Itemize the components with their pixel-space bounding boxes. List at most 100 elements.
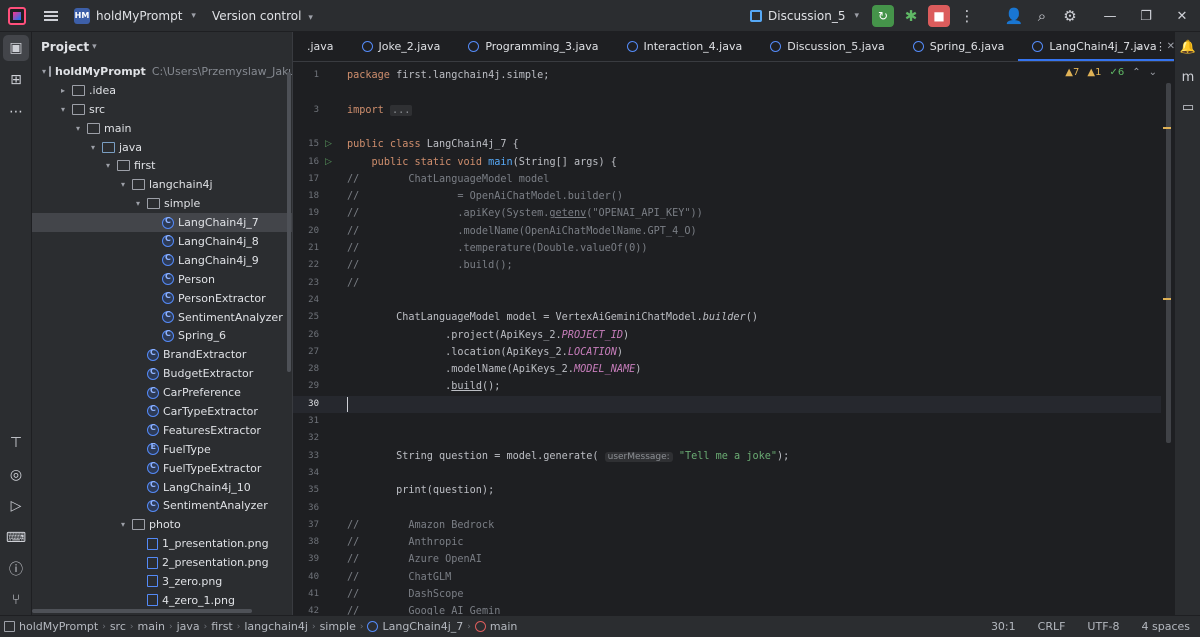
code-editor[interactable]: ▲7 ▲1 ✓6 ⌃ ⌄ 1 3 15 ▷ 16 ▷ 17 18 19 20 21 22 23 24 25 2… xyxy=(293,63,1175,615)
problems-tool-icon[interactable]: ⓘ xyxy=(0,553,32,585)
more-actions-icon[interactable]: ⋮ xyxy=(956,5,978,27)
git-tool-icon[interactable]: ⑂ xyxy=(0,584,32,616)
tree-item[interactable]: Spring_6 xyxy=(32,326,292,345)
restore-button[interactable]: ❐ xyxy=(1128,9,1164,24)
debug-button[interactable]: ✱ xyxy=(900,5,922,27)
project-scrollbar[interactable] xyxy=(287,72,291,372)
tree-item[interactable]: BrandExtractor xyxy=(32,345,292,364)
tree-item[interactable]: LangChain4j_7 xyxy=(32,213,292,233)
ai-assistant-icon[interactable]: ▭ xyxy=(1175,92,1200,122)
ide-logo-icon[interactable] xyxy=(8,6,26,25)
terminal-tool-icon[interactable]: ⌨ xyxy=(0,522,32,554)
tree-item[interactable]: ▾ photo xyxy=(32,515,292,534)
editor-tab[interactable]: Interaction_4.java xyxy=(613,32,757,61)
tree-item[interactable]: 3_zero.png xyxy=(32,572,292,591)
notifications-icon[interactable]: 🔔 xyxy=(1175,32,1200,62)
more-tools-icon[interactable]: ⋯ xyxy=(0,96,32,128)
warning-marker[interactable] xyxy=(1163,298,1171,300)
chevron-down-icon[interactable]: ▾ xyxy=(87,143,99,152)
tree-item[interactable]: LangChain4j_8 xyxy=(32,232,292,251)
project-horizontal-scrollbar[interactable] xyxy=(32,609,252,613)
warning-marker[interactable] xyxy=(1163,127,1171,129)
close-tab-icon[interactable]: ✕ xyxy=(1167,41,1174,52)
tree-item[interactable]: CarPreference xyxy=(32,383,292,402)
main-menu-icon[interactable] xyxy=(44,10,58,21)
breadcrumb-item[interactable]: first xyxy=(211,620,233,633)
tab-list-chevron-icon[interactable]: ⌄ xyxy=(1134,40,1143,53)
file-encoding[interactable]: UTF-8 xyxy=(1087,620,1119,633)
chevron-down-icon[interactable]: ▾ xyxy=(132,199,144,208)
tree-item[interactable]: LangChain4j_9 xyxy=(32,251,292,270)
gear-icon[interactable]: ⚙ xyxy=(1059,5,1081,27)
tree-item[interactable]: FuelType xyxy=(32,440,292,459)
breadcrumb-item[interactable]: holdMyPrompt xyxy=(19,620,98,633)
tree-item[interactable]: 4_zero_1.png xyxy=(32,591,292,610)
editor-tab[interactable]: Programming_3.java xyxy=(454,32,612,61)
breadcrumb-item[interactable]: simple xyxy=(320,620,356,633)
tree-item[interactable]: CarTypeExtractor xyxy=(32,402,292,421)
tree-item[interactable]: FuelTypeExtractor xyxy=(32,459,292,478)
tree-item[interactable]: ▾ java xyxy=(32,138,292,157)
editor-tab[interactable]: Discussion_5.java xyxy=(756,32,899,61)
build-tool-icon[interactable]: ⊤ xyxy=(0,427,32,459)
breadcrumb-item[interactable]: main xyxy=(137,620,164,633)
chevron-down-icon[interactable]: ▾ xyxy=(57,105,69,114)
editor-tab[interactable]: .java xyxy=(293,32,348,61)
structure-tool-icon[interactable]: ⊞ xyxy=(0,64,32,96)
tree-item[interactable]: 2_presentation.png xyxy=(32,553,292,572)
chevron-down-icon[interactable]: ▾ xyxy=(102,161,114,170)
breadcrumb-item[interactable]: LangChain4j_7 xyxy=(382,620,463,633)
tree-item[interactable]: ▾ simple xyxy=(32,194,292,213)
chevron-down-icon[interactable]: ▾ xyxy=(72,124,84,133)
project-switcher[interactable]: HM holdMyPrompt ▾ xyxy=(74,7,196,24)
tree-item[interactable]: FeaturesExtractor xyxy=(32,421,292,440)
minimize-button[interactable]: — xyxy=(1092,9,1128,24)
project-panel-header[interactable]: Project ▾ xyxy=(32,32,292,62)
tree-item[interactable]: SentimentAnalyzer xyxy=(32,308,292,327)
stop-button[interactable]: ■ xyxy=(928,5,950,27)
tree-item[interactable]: ▾ langchain4j xyxy=(32,175,292,194)
tree-item[interactable]: BudgetExtractor xyxy=(32,364,292,383)
add-user-icon[interactable]: 👤 xyxy=(1003,5,1025,27)
tree-item[interactable]: ▾ main xyxy=(32,119,292,138)
line-separator[interactable]: CRLF xyxy=(1038,620,1066,633)
breadcrumb-item[interactable]: java xyxy=(177,620,200,633)
chevron-down-icon: ▾ xyxy=(854,11,859,21)
line-number: 18 xyxy=(308,191,319,202)
java-class-icon xyxy=(147,499,159,512)
editor-scrollbar[interactable] xyxy=(1166,83,1171,443)
run-tool-icon[interactable]: ▷ xyxy=(0,490,32,522)
chevron-down-icon[interactable]: ▾ xyxy=(117,520,129,529)
services-tool-icon[interactable]: ◎ xyxy=(0,459,32,491)
tree-item[interactable]: Person xyxy=(32,270,292,289)
rerun-button[interactable]: ↻ xyxy=(872,5,894,27)
tree-item[interactable]: ▾ holdMyPrompt C:\Users\Przemyslaw_Jakub xyxy=(32,62,292,81)
chevron-right-icon[interactable]: ▸ xyxy=(57,86,69,95)
editor-tab[interactable]: Spring_6.java xyxy=(899,32,1019,61)
breadcrumb-item[interactable]: src xyxy=(110,620,126,633)
tree-item[interactable]: ▾ src xyxy=(32,100,292,119)
search-icon[interactable]: ⌕ xyxy=(1031,5,1053,27)
version-control-menu[interactable]: Version control ▾ xyxy=(212,9,313,23)
run-gutter-icon[interactable]: ▷ xyxy=(325,136,332,153)
breadcrumb-item[interactable]: langchain4j xyxy=(244,620,308,633)
tree-item[interactable]: LangChain4j_10 xyxy=(32,478,292,497)
editor-tab[interactable]: Joke_2.java xyxy=(348,32,455,61)
indent-setting[interactable]: 4 spaces xyxy=(1142,620,1191,633)
maven-icon[interactable]: m xyxy=(1175,62,1200,92)
folder-icon xyxy=(72,103,85,115)
close-button[interactable]: ✕ xyxy=(1164,9,1200,24)
run-gutter-icon[interactable]: ▷ xyxy=(325,154,332,171)
chevron-down-icon[interactable]: ▾ xyxy=(42,67,46,76)
tab-more-icon[interactable]: ⋮ xyxy=(1155,40,1166,53)
chevron-down-icon[interactable]: ▾ xyxy=(117,180,129,189)
tree-item[interactable]: ▸ .idea xyxy=(32,81,292,100)
caret-position[interactable]: 30:1 xyxy=(991,620,1016,633)
tree-item[interactable]: ▾ first xyxy=(32,156,292,175)
tree-item[interactable]: 1_presentation.png xyxy=(32,534,292,553)
tree-item[interactable]: SentimentAnalyzer xyxy=(32,496,292,515)
project-tool-icon[interactable]: ▣ xyxy=(3,35,29,61)
run-config-selector[interactable]: Discussion_5 ▾ xyxy=(750,9,859,23)
breadcrumb-item[interactable]: main xyxy=(490,620,517,633)
tree-item[interactable]: PersonExtractor xyxy=(32,289,292,308)
